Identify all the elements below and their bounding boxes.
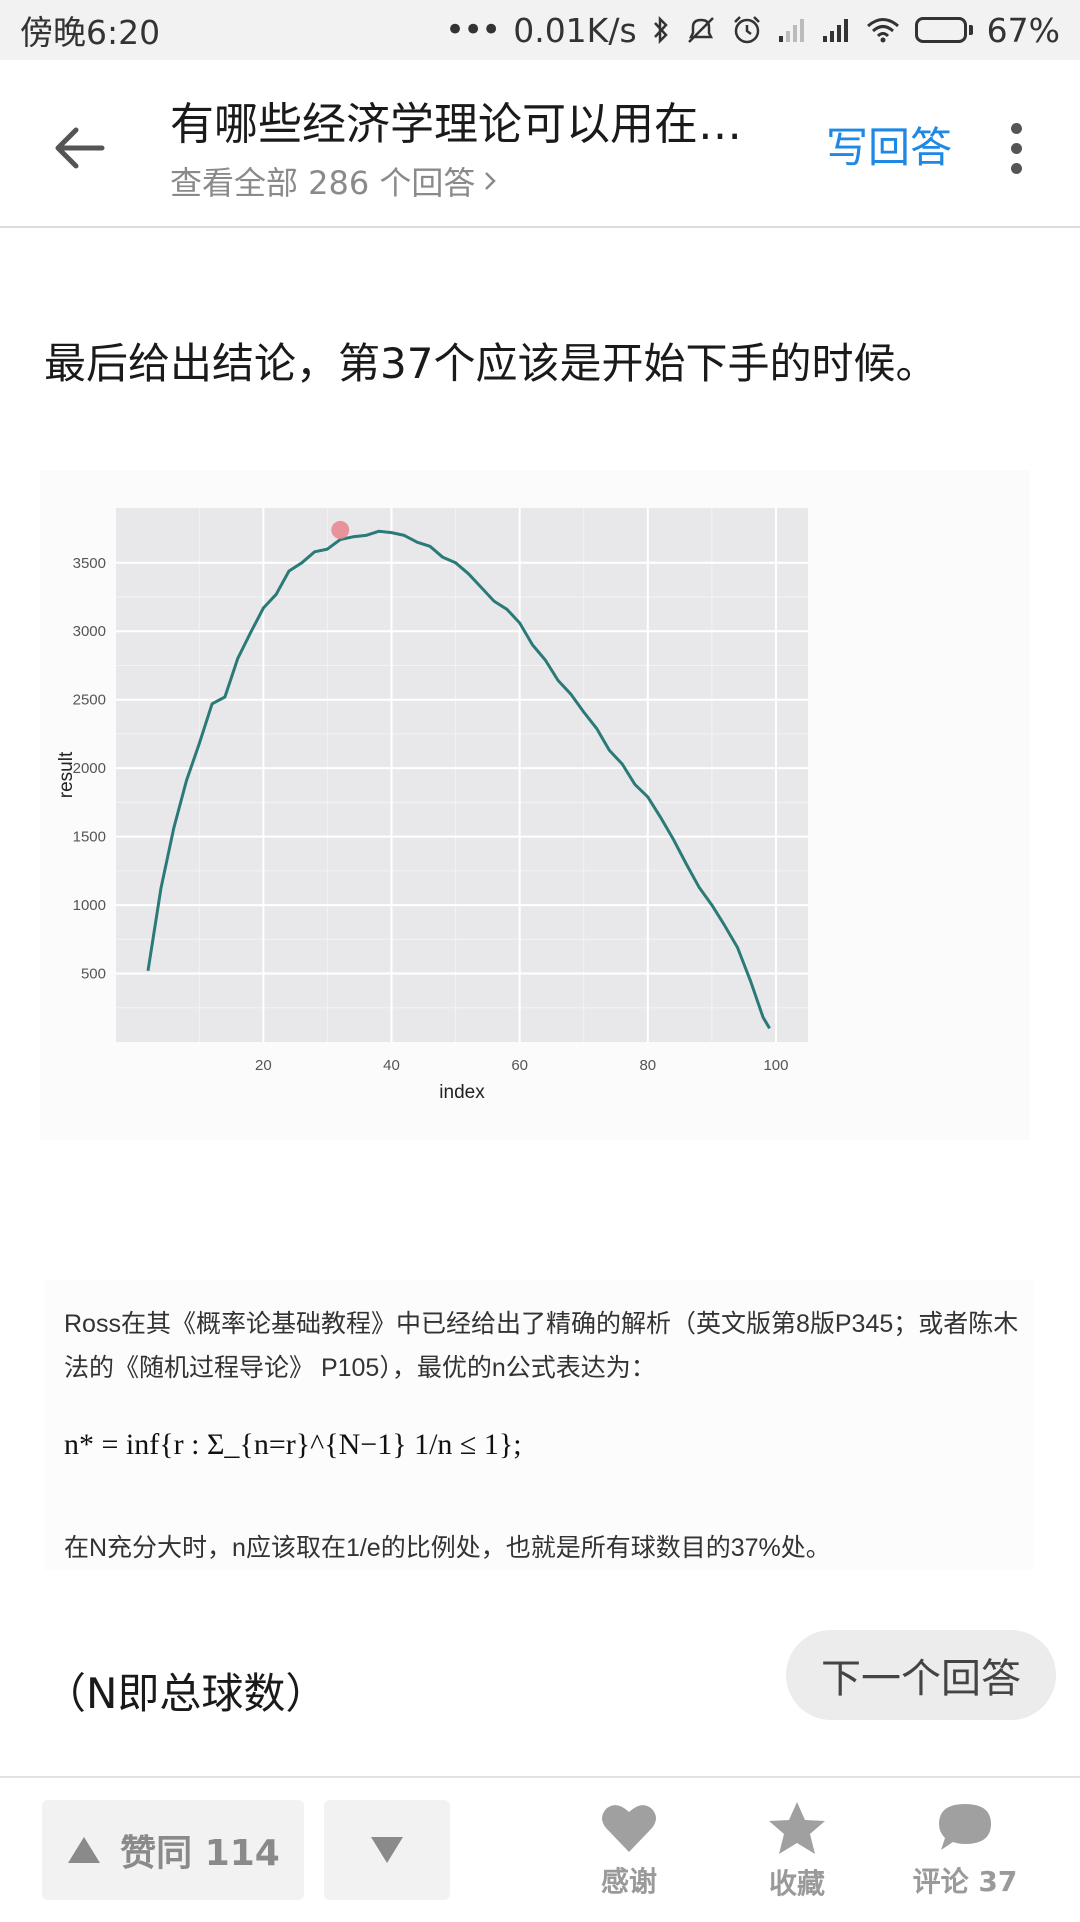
ross-reference-text: Ross在其《概率论基础教程》中已经给出了精确的解析（英文版第8版P345；或者… — [64, 1310, 1019, 1382]
triangle-down-icon — [371, 1837, 403, 1863]
y-tick-label: 500 — [81, 966, 106, 983]
star-icon — [769, 1802, 825, 1854]
thanks-button[interactable]: 感谢 — [584, 1800, 674, 1900]
heart-icon — [602, 1805, 656, 1852]
collect-label: 收藏 — [768, 1867, 825, 1900]
downvote-button[interactable] — [324, 1800, 450, 1900]
chevron-right-icon — [485, 172, 497, 190]
y-tick-label: 2500 — [73, 692, 106, 709]
result-chart: 20 40 60 80 100 500 1000 1500 2000 2500 3000 3500 in… — [40, 470, 1030, 1140]
x-tick-label: 80 — [639, 1057, 656, 1074]
ratio-explanation-text: 在N充分大时，n应该取在1/e的比例处，也就是所有球数目的37%处。 — [64, 1534, 831, 1562]
back-button[interactable] — [44, 112, 116, 184]
thanks-label: 感谢 — [600, 1865, 657, 1898]
question-header: 有哪些经济学理论可以用在… 查看全部 286 个回答 写回答 — [0, 60, 1080, 228]
y-tick-label: 3500 — [73, 555, 106, 572]
back-arrow-icon — [55, 127, 105, 169]
status-bar: 傍晚6:20 ••• 0.01K/s 67% — [0, 0, 1080, 60]
y-tick-label: 1500 — [73, 829, 106, 846]
plot-panel — [116, 508, 808, 1042]
x-tick-label: 20 — [255, 1057, 272, 1074]
alarm-icon — [731, 14, 763, 46]
x-tick-label: 60 — [511, 1057, 528, 1074]
bluetooth-icon — [651, 15, 671, 45]
question-title[interactable]: 有哪些经济学理论可以用在… — [170, 88, 790, 152]
x-axis-label: index — [439, 1082, 485, 1103]
chart-svg: 20 40 60 80 100 500 1000 1500 2000 2500 3000 3500 in… — [56, 508, 808, 1103]
y-tick-label: 3000 — [73, 623, 106, 640]
conclusion-text: 最后给出结论，第37个应该是开始下手的时候。 — [44, 339, 938, 388]
comment-button[interactable]: 评论 37 — [900, 1800, 1030, 1900]
y-tick-label: 2000 — [73, 760, 106, 777]
signal-icon — [777, 16, 807, 44]
y-tick-label: 1000 — [73, 897, 106, 914]
more-vertical-icon[interactable] — [994, 112, 1038, 184]
dots-icon: ••• — [445, 10, 501, 50]
note-text: （N即总球数） — [44, 1669, 328, 1718]
status-time: 傍晚6:20 — [20, 13, 161, 52]
bottom-action-bar: 赞同 114 感谢 收藏 评论 37 — [0, 1776, 1080, 1922]
x-tick-label: 100 — [763, 1057, 788, 1074]
view-all-answers-link[interactable]: 查看全部 286 个回答 — [170, 158, 497, 204]
mute-icon — [685, 15, 717, 45]
status-right: ••• 0.01K/s 67% — [445, 10, 1060, 50]
max-point-marker — [331, 520, 350, 539]
comment-label: 评论 37 — [912, 1865, 1018, 1898]
formula-image: Ross在其《概率论基础教程》中已经给出了精确的解析（英文版第8版P345；或者… — [44, 1280, 1034, 1570]
comment-bubble-icon — [939, 1804, 991, 1850]
next-answer-button[interactable]: 下一个回答 — [786, 1630, 1056, 1720]
write-answer-button[interactable]: 写回答 — [826, 114, 952, 175]
view-all-answers-label: 查看全部 286 个回答 — [170, 164, 476, 202]
y-axis-label: result — [56, 751, 77, 798]
network-speed: 0.01K/s — [513, 10, 637, 50]
triangle-up-icon — [68, 1837, 101, 1863]
battery-percent: 67% — [986, 10, 1060, 50]
optimal-n-formula: n* = inf{r : Σ_{n=r}^{N−1} 1/n ≤ 1}; — [64, 1428, 522, 1461]
upvote-label: 赞同 114 — [120, 1833, 280, 1874]
wifi-icon — [865, 16, 901, 44]
upvote-button[interactable]: 赞同 114 — [42, 1800, 304, 1900]
battery-icon — [914, 17, 973, 43]
collect-button[interactable]: 收藏 — [752, 1800, 842, 1902]
signal-icon — [821, 16, 851, 44]
x-tick-label: 40 — [383, 1057, 400, 1074]
